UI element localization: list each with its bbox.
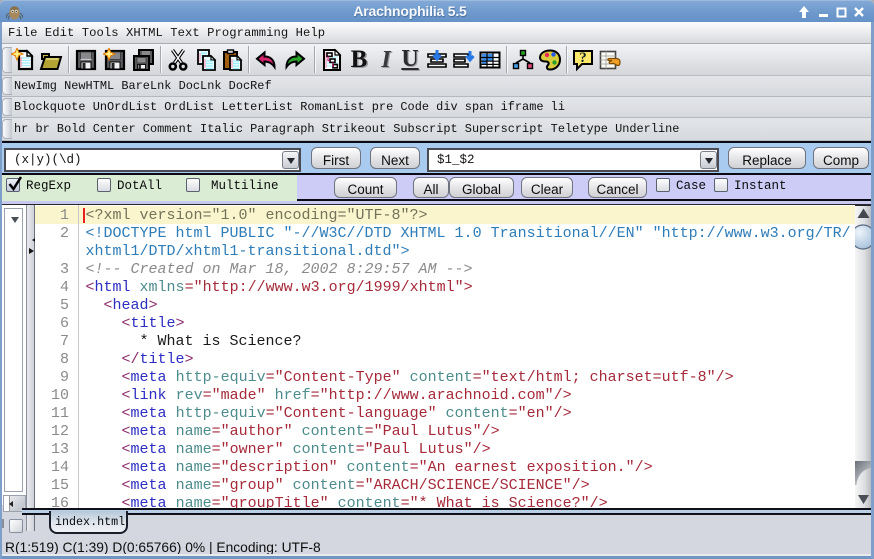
svg-text:?: ?: [579, 50, 587, 66]
